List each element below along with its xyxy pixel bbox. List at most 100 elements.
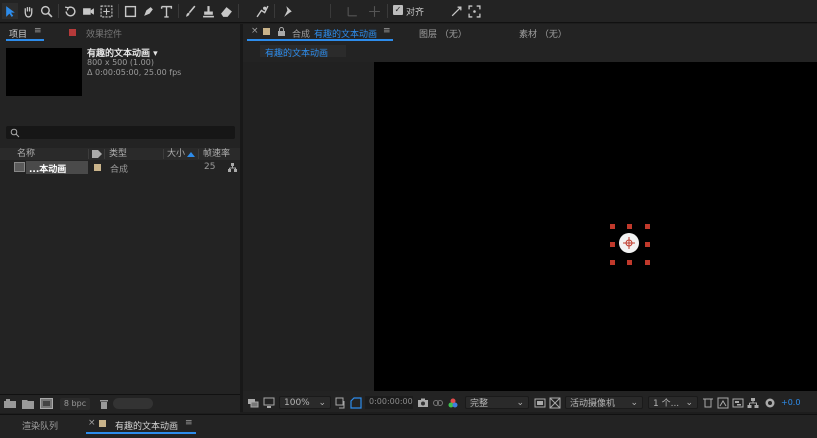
resolution-value: 完整	[470, 399, 489, 409]
handle-bottom-center[interactable]	[627, 260, 632, 265]
trash-icon[interactable]	[99, 398, 109, 409]
label-tag-icon[interactable]	[92, 150, 102, 158]
thumbnail-scroll[interactable]	[113, 398, 153, 409]
tab-effect-controls[interactable]: 效果控件	[86, 27, 122, 40]
column-type[interactable]: 类型	[109, 148, 127, 160]
handle-bottom-left[interactable]	[610, 260, 615, 265]
label-color-swatch[interactable]	[94, 164, 101, 171]
chevron-down-icon: ⌄	[318, 397, 326, 408]
rectangle-tool-icon[interactable]	[122, 3, 138, 19]
pan-behind-tool-icon[interactable]	[98, 3, 114, 19]
exposure-value[interactable]: +0.0	[781, 398, 800, 407]
hand-tool-icon[interactable]	[20, 3, 36, 19]
comp-canvas[interactable]	[374, 62, 817, 391]
search-icon	[10, 128, 20, 138]
project-panel: 项目 ≡ 效果控件 有趣的文本动画 ▾ 800 x 500 (1.00) Δ 0…	[0, 24, 240, 413]
fast-preview-icon[interactable]	[534, 396, 546, 409]
handle-middle-left[interactable]	[610, 242, 615, 247]
project-panel-menu-icon[interactable]: ≡	[34, 26, 42, 36]
clone-stamp-tool-icon[interactable]	[200, 3, 216, 19]
breadcrumb-label: 有趣的文本动画	[265, 49, 329, 59]
eraser-tool-icon[interactable]	[218, 3, 234, 19]
tab-footage[interactable]: 素材 （无）	[519, 27, 567, 40]
composition-icon	[14, 162, 25, 172]
bpc-button[interactable]: 8 bpc	[60, 398, 90, 410]
show-snapshot-icon[interactable]	[432, 396, 444, 409]
snapping-icon[interactable]	[448, 3, 464, 19]
flowchart-icon[interactable]	[228, 163, 237, 172]
handle-top-right[interactable]	[645, 224, 650, 229]
new-composition-icon[interactable]	[40, 398, 53, 409]
comp-viewer[interactable]	[243, 62, 817, 391]
monitor-icon[interactable]	[263, 396, 275, 409]
fit-frame-icon[interactable]	[335, 396, 347, 409]
lock-icon[interactable]	[278, 27, 285, 36]
snapshot-camera-icon[interactable]	[417, 396, 429, 409]
sort-ascending-icon	[187, 152, 195, 157]
item-type: 合成	[110, 165, 129, 175]
comp-breadcrumb[interactable]: 有趣的文本动画	[260, 45, 346, 59]
table-row[interactable]: ...本动画 合成 25	[0, 161, 240, 175]
tab-layer[interactable]: 图层 （无）	[419, 27, 467, 40]
rotation-tool-icon[interactable]	[62, 3, 78, 19]
comp-duration: Δ 0:00:05:00, 25.00 fps	[87, 68, 182, 77]
selection-tool-icon[interactable]	[2, 3, 18, 19]
handle-middle-right[interactable]	[645, 242, 650, 247]
text-tool-icon[interactable]	[158, 3, 174, 19]
project-column-header: 名称 类型 大小 帧速率	[0, 148, 240, 160]
resolution-dropdown[interactable]: 完整 ⌄	[465, 396, 529, 409]
region-of-interest-icon[interactable]	[350, 396, 362, 409]
always-preview-icon[interactable]	[247, 396, 259, 409]
column-fps[interactable]: 帧速率	[203, 148, 230, 160]
project-search-input[interactable]	[6, 126, 235, 139]
roto-brush-tool-icon[interactable]	[254, 3, 270, 19]
view-layout-dropdown[interactable]: 1 个... ⌄	[648, 396, 698, 409]
camera-tool-icon[interactable]	[80, 3, 96, 19]
handle-bottom-right[interactable]	[645, 260, 650, 265]
puppet-pin-tool-icon[interactable]	[280, 3, 296, 19]
camera-value: 活动摄像机	[570, 399, 616, 409]
project-bottom-bar: 8 bpc	[0, 394, 240, 413]
anchor-crosshair-icon	[623, 237, 635, 249]
comp-tab-underline	[247, 39, 393, 41]
timecode-value: 0:00:00:00	[369, 397, 413, 406]
layer-anchor-point[interactable]	[619, 233, 639, 253]
timeline-label-swatch	[99, 420, 106, 427]
color-channels-icon[interactable]	[447, 396, 459, 409]
toggle-pixel-aspect-icon[interactable]	[702, 396, 714, 409]
close-timeline-tab-icon[interactable]: ×	[88, 418, 96, 428]
item-fps: 25	[204, 162, 216, 172]
new-folder-icon[interactable]	[22, 399, 34, 409]
comp-flowchart-icon[interactable]	[747, 396, 759, 409]
interpret-footage-icon[interactable]	[4, 399, 16, 409]
chevron-down-icon: ⌄	[516, 397, 524, 408]
chevron-down-icon: ⌄	[685, 397, 693, 408]
handle-top-center[interactable]	[627, 224, 632, 229]
tab-timeline[interactable]: 有趣的文本动画	[115, 419, 178, 432]
composition-panel: × 合成 有趣的文本动画 ≡ 图层 （无） 素材 （无） 有趣的文本动画 100…	[243, 24, 817, 412]
transparency-grid-icon[interactable]	[549, 396, 561, 409]
pen-tool-icon[interactable]	[140, 3, 156, 19]
brush-tool-icon[interactable]	[182, 3, 198, 19]
zoom-dropdown[interactable]: 100% ⌄	[279, 396, 331, 409]
snap-target-icon[interactable]	[466, 3, 482, 19]
align-checkbox[interactable]: ✓	[393, 5, 403, 15]
handle-top-left[interactable]	[610, 224, 615, 229]
camera-view-dropdown[interactable]: 活动摄像机 ⌄	[565, 396, 643, 409]
viewer-control-bar: 100% ⌄ 0:00:00:00 完整 ⌄ 活动摄像机 ⌄ 1 个... ⌄ …	[243, 393, 817, 412]
close-comp-tab-icon[interactable]: ×	[251, 26, 259, 36]
tab-render-queue[interactable]: 渲染队列	[22, 419, 58, 432]
zoom-tool-icon[interactable]	[38, 3, 54, 19]
column-name[interactable]: 名称	[17, 148, 35, 160]
tools-toolbar: ✓ 对齐	[0, 0, 817, 23]
item-name[interactable]: ...本动画	[29, 162, 66, 175]
timeline-menu-icon[interactable]: ≡	[185, 418, 193, 428]
chevron-down-icon: ⌄	[630, 397, 638, 408]
draft-3d-icon[interactable]	[717, 396, 729, 409]
timecode-field[interactable]: 0:00:00:00	[365, 396, 413, 409]
column-size[interactable]: 大小	[167, 148, 185, 160]
comp-panel-menu-icon[interactable]: ≡	[383, 26, 391, 36]
views-value: 1 个...	[653, 399, 680, 409]
timeline-icon[interactable]	[732, 396, 744, 409]
reset-exposure-icon[interactable]	[764, 396, 776, 409]
